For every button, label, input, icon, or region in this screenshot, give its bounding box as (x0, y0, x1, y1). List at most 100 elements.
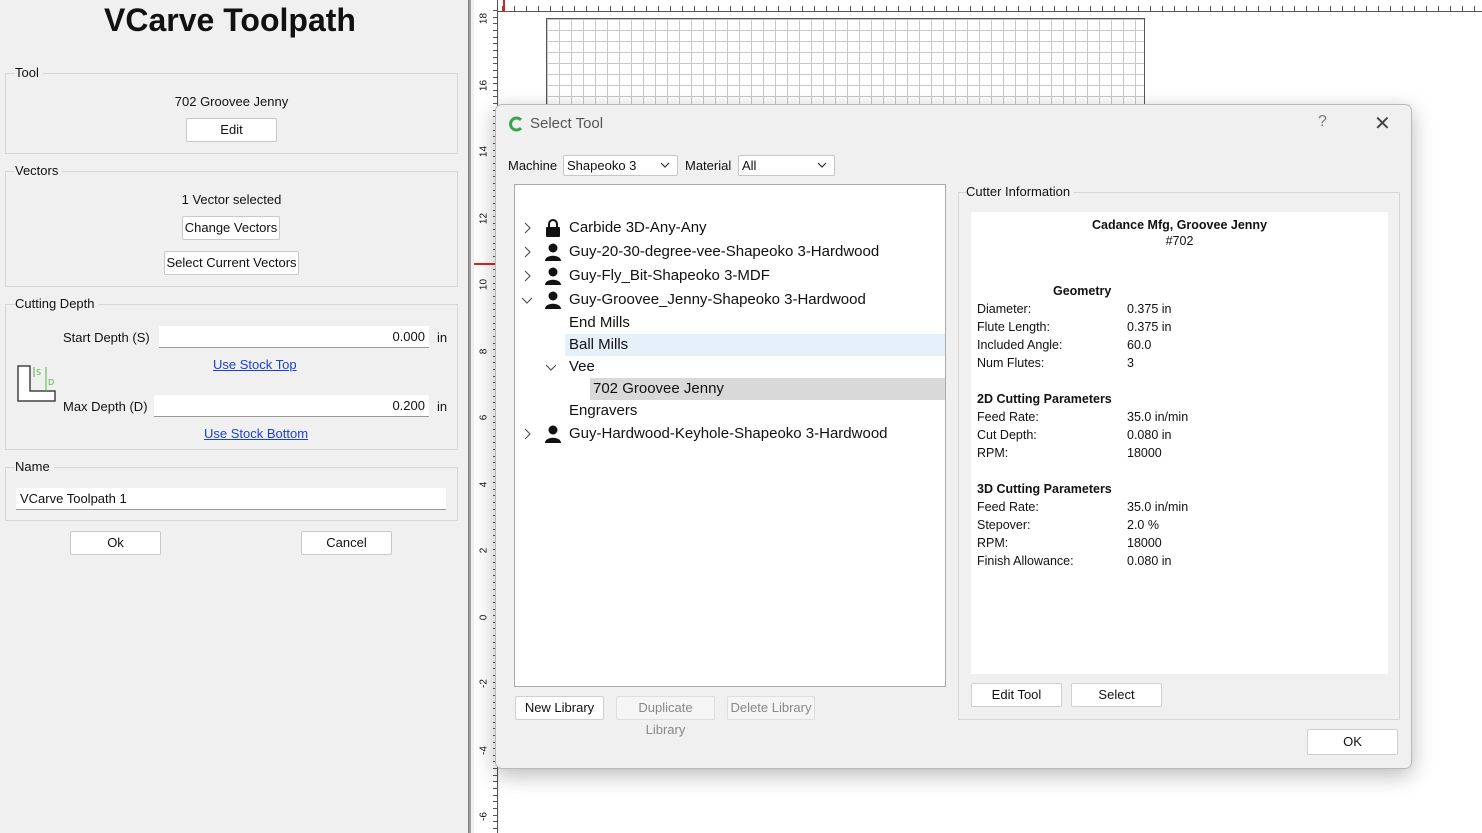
ruler-tick (493, 781, 497, 783)
ruler-tick (493, 801, 497, 803)
use-stock-bottom-link[interactable]: Use Stock Bottom (204, 426, 308, 441)
material-label: Material (685, 158, 732, 173)
dialog-title: Select Tool (530, 115, 604, 132)
ruler-tick (1270, 6, 1271, 11)
chevron-down-icon (660, 162, 670, 168)
cutter-information-panel: Cadance Mfg, Groovee Jenny #702 Geometry… (971, 212, 1388, 674)
ruler-tick (1162, 6, 1163, 11)
app-logo-icon (509, 116, 523, 132)
ruler-label: 4 (478, 481, 490, 487)
ruler-tick (493, 56, 497, 58)
delete-library-button[interactable]: Delete Library (727, 696, 815, 720)
chevron-down-icon[interactable] (521, 295, 533, 307)
tree-item-group[interactable]: Engravers (565, 400, 945, 422)
max-depth-label: Max Depth (D) (63, 399, 148, 414)
ok-button[interactable]: Ok (70, 531, 161, 555)
tree-item-tool[interactable]: 702 Groovee Jenny (590, 378, 945, 400)
start-depth-unit: in (437, 330, 448, 345)
chevron-right-icon[interactable] (522, 222, 534, 234)
change-vectors-button[interactable]: Change Vectors (182, 216, 280, 240)
user-icon (545, 243, 561, 261)
user-icon (545, 425, 561, 443)
select-button[interactable]: Select (1071, 683, 1162, 707)
ruler-tick (754, 6, 755, 11)
ruler-tick (493, 16, 497, 18)
start-depth-field[interactable]: 0.000 (159, 326, 429, 348)
ruler-tick (1402, 6, 1403, 11)
chevron-down-icon (817, 162, 827, 168)
tree-item-group[interactable]: Ball Mills (565, 334, 945, 356)
select-current-vectors-button[interactable]: Select Current Vectors (164, 251, 299, 275)
tree-item-library[interactable]: Guy-Fly_Bit-Shapeoko 3-MDF (515, 265, 945, 287)
ruler-tick (493, 29, 497, 31)
cutter-information-label: Cutter Information (966, 184, 1074, 199)
chevron-right-icon[interactable] (522, 246, 534, 258)
ruler-tick (550, 6, 551, 11)
ruler-tick (1114, 6, 1115, 11)
info-value: 60.0 (1127, 338, 1152, 352)
ruler-tick (946, 6, 947, 11)
edit-tool-button[interactable]: Edit (186, 118, 277, 142)
toolpath-name-field[interactable]: VCarve Toolpath 1 (16, 488, 446, 510)
tool-library-tree[interactable]: Carbide 3D-Any-Any Guy-20-30-degree-vee-… (514, 184, 946, 687)
tool-group-label: Tool (15, 65, 43, 81)
ruler-tick (1462, 6, 1463, 11)
geometry-title: Geometry (1053, 284, 1112, 298)
ruler-tick (1186, 6, 1187, 11)
ruler-label: 14 (478, 145, 490, 158)
help-icon[interactable]: ? (1318, 113, 1327, 131)
dialog-ok-button[interactable]: OK (1307, 729, 1398, 755)
info-value: 35.0 in/min (1127, 410, 1189, 424)
ruler-label: 18 (478, 12, 490, 25)
info-key: RPM: (977, 536, 1009, 550)
cancel-button[interactable]: Cancel (301, 531, 392, 555)
cutter-information-group: Cutter Information Cadance Mfg, Groovee … (958, 184, 1400, 720)
panel-title: VCarve Toolpath (104, 2, 356, 38)
material-select[interactable]: All (738, 155, 835, 176)
ruler-label: 8 (478, 348, 490, 354)
horizontal-ruler (498, 0, 1482, 12)
user-icon (545, 291, 561, 309)
ruler-tick (874, 6, 875, 11)
machine-select[interactable]: Shapeoko 3 (563, 155, 678, 176)
edit-tool-button[interactable]: Edit Tool (971, 683, 1062, 707)
info-value: 0.375 in (1127, 320, 1172, 334)
material-grid (546, 18, 1145, 108)
tree-item-group[interactable]: End Mills (565, 312, 945, 334)
ruler-tick (1210, 6, 1211, 11)
close-icon[interactable]: ✕ (1374, 111, 1391, 136)
tree-item-library[interactable]: Carbide 3D-Any-Any (515, 217, 945, 239)
ruler-tick (646, 6, 647, 11)
ruler-tick (493, 63, 497, 65)
ruler-tick (1054, 6, 1055, 11)
ruler-label: -6 (478, 812, 490, 821)
panel-splitter[interactable] (468, 0, 471, 833)
tree-item-group[interactable]: Vee (515, 356, 945, 378)
ruler-tick (1042, 6, 1043, 11)
tree-item-library[interactable]: Guy-20-30-degree-vee-Shapeoko 3-Hardwood (515, 241, 945, 263)
chevron-down-icon[interactable] (545, 362, 557, 374)
ruler-label: -4 (478, 745, 490, 755)
ruler-tick (670, 6, 671, 11)
ruler-tick (1414, 6, 1415, 11)
ruler-tick (493, 96, 497, 98)
use-stock-top-link[interactable]: Use Stock Top (213, 357, 297, 372)
ruler-tick (1426, 6, 1427, 11)
ruler-tick (1018, 6, 1019, 11)
duplicate-library-button[interactable]: Duplicate Library (616, 696, 715, 737)
info-key: RPM: (977, 446, 1009, 460)
info-value: 3 (1127, 356, 1134, 370)
info-key: Flute Length: (977, 320, 1050, 334)
ruler-tick (1306, 6, 1307, 11)
tree-item-library[interactable]: Guy-Hardwood-Keyhole-Shapeoko 3-Hardwood (515, 423, 945, 445)
ruler-label: 0 (478, 614, 490, 620)
new-library-button[interactable]: New Library (515, 696, 604, 720)
chevron-right-icon[interactable] (522, 270, 534, 282)
max-depth-field[interactable]: 0.200 (154, 395, 429, 417)
info-key: Feed Rate: (977, 410, 1039, 424)
ruler-label: 10 (478, 278, 490, 291)
ruler-tick (493, 49, 497, 51)
tree-item-library[interactable]: Guy-Groovee_Jenny-Shapeoko 3-Hardwood (515, 289, 945, 311)
ruler-tick (682, 6, 683, 11)
chevron-right-icon[interactable] (522, 428, 534, 440)
